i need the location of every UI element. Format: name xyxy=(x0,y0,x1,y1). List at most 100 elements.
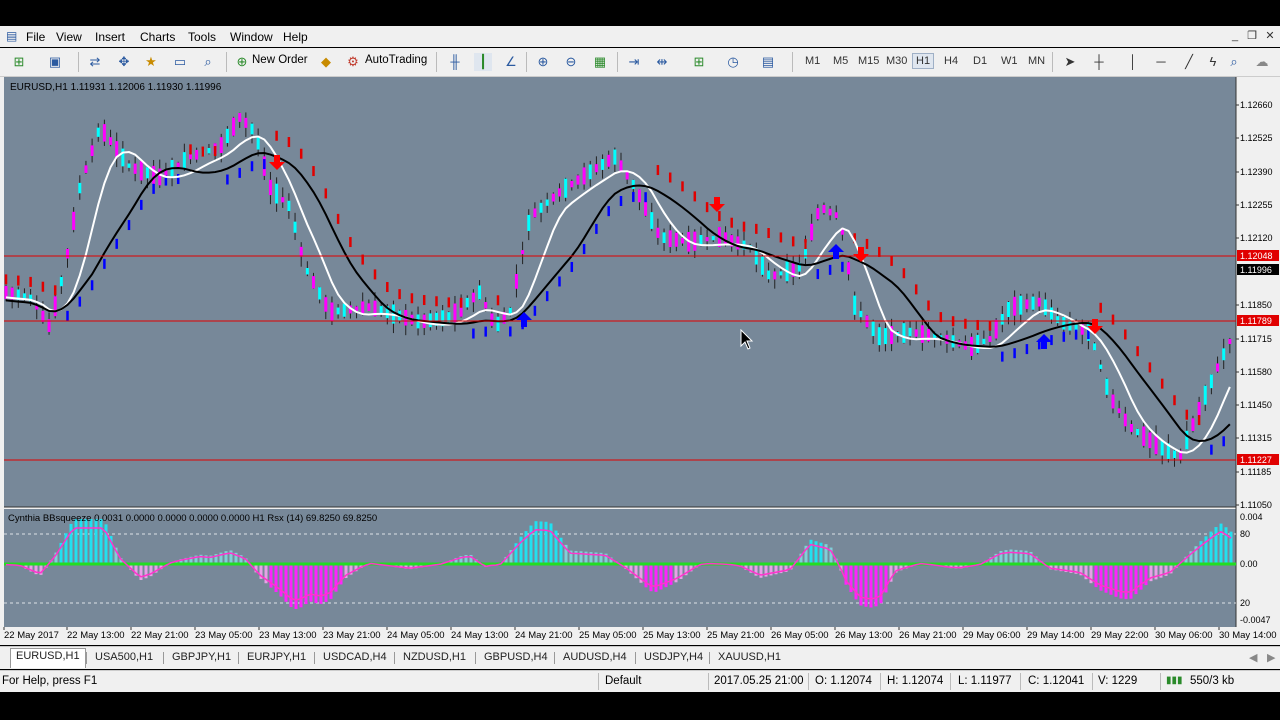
templates-icon[interactable]: ▤ xyxy=(759,53,777,71)
time-tick-label: 30 May 06:00 xyxy=(1155,630,1213,641)
status-profile[interactable]: Default xyxy=(605,675,641,687)
bbsqueeze-histogram-bar xyxy=(539,521,543,564)
menu-charts[interactable]: Charts xyxy=(140,30,175,44)
tab-scroll-left-icon[interactable]: ◀ xyxy=(1244,650,1262,665)
time-tick-label: 30 May 14:00 xyxy=(1219,630,1277,641)
new-order-button[interactable]: New Order xyxy=(252,54,308,66)
horizontal-line-icon[interactable]: ─ xyxy=(1152,53,1170,71)
profiles-icon[interactable]: ▣ xyxy=(46,53,64,71)
chart-tab[interactable]: GBPUSD,H4 xyxy=(479,650,553,664)
time-tick-label: 29 May 14:00 xyxy=(1027,630,1085,641)
menu-file[interactable]: File xyxy=(26,30,45,44)
chart-tab[interactable]: AUDUSD,H4 xyxy=(558,650,632,664)
autotrading-icon[interactable]: ⚙ xyxy=(344,53,362,71)
bbsqueeze-histogram-bar xyxy=(89,519,93,564)
bar-chart-icon[interactable]: ╫ xyxy=(446,53,464,71)
navigator-icon[interactable]: ✥ xyxy=(115,53,133,71)
app-icon[interactable]: ▤ xyxy=(6,29,17,43)
timeframe-d1[interactable]: D1 xyxy=(970,54,990,68)
autotrading-button[interactable]: AutoTrading xyxy=(365,54,427,66)
price-tick-label: 1.12525 xyxy=(1240,133,1273,143)
chart-tab[interactable]: XAUUSD,H1 xyxy=(713,650,786,664)
chart-tab[interactable]: USDCAD,H4 xyxy=(318,650,392,664)
tab-scroll-right-icon[interactable]: ▶ xyxy=(1262,650,1280,665)
search-icon[interactable]: ⌕ xyxy=(1225,53,1243,71)
strategy-tester-icon[interactable]: ⌕ xyxy=(199,53,217,71)
bbsqueeze-histogram-bar xyxy=(94,519,98,564)
chart-window[interactable]: 1.12048 1.11789 1.11227 1.12660 1.12525 1.12… xyxy=(0,77,1280,645)
status-open: O: 1.12074 xyxy=(815,675,872,687)
close-icon[interactable]: ✕ xyxy=(1263,29,1277,43)
chart-tab[interactable]: USA500,H1 xyxy=(90,650,158,664)
minimize-icon[interactable]: _ xyxy=(1228,29,1242,43)
toolbar-separator xyxy=(1052,52,1053,72)
tile-windows-icon[interactable]: ▦ xyxy=(591,53,609,71)
status-separator xyxy=(1020,673,1021,690)
chart-tab[interactable]: EURUSD,H1 xyxy=(10,648,86,668)
chart-tab[interactable]: USDJPY,H4 xyxy=(639,650,708,664)
new-order-icon[interactable]: ⊕ xyxy=(233,53,251,71)
time-tick-label: 24 May 21:00 xyxy=(515,630,573,641)
chart-tab[interactable]: GBPJPY,H1 xyxy=(167,650,236,664)
line-chart-icon[interactable]: ∠ xyxy=(502,53,520,71)
timeframe-m5[interactable]: M5 xyxy=(830,54,851,68)
data-window-icon[interactable]: ★ xyxy=(142,53,160,71)
timeframe-h4[interactable]: H4 xyxy=(941,54,961,68)
timeframe-m1[interactable]: M1 xyxy=(802,54,823,68)
bbsqueeze-histogram-bar xyxy=(299,564,303,608)
candlestick xyxy=(976,332,980,355)
connection-icon[interactable]: ▮▮▮ xyxy=(1166,675,1183,686)
timeframe-mn[interactable]: MN xyxy=(1025,54,1048,68)
bbsqueeze-histogram-bar xyxy=(549,523,553,564)
timeframe-m30[interactable]: M30 xyxy=(883,54,910,68)
zoom-out-icon[interactable]: ⊖ xyxy=(562,53,580,71)
crosshair-icon[interactable]: ┼ xyxy=(1090,53,1108,71)
chat-icon[interactable]: ☁ xyxy=(1253,53,1271,71)
menu-help[interactable]: Help xyxy=(283,30,308,44)
menu-view[interactable]: View xyxy=(56,30,82,44)
periods-icon[interactable]: ◷ xyxy=(724,53,742,71)
new-chart-icon[interactable]: ⊞ xyxy=(10,53,28,71)
indicators-icon[interactable]: ⊞ xyxy=(690,53,708,71)
price-tick-label: 1.12390 xyxy=(1240,167,1273,177)
terminal-icon[interactable]: ▭ xyxy=(171,53,189,71)
restore-icon[interactable]: ❐ xyxy=(1245,29,1259,43)
chart-tabs: EURUSD,H1 USA500,H1 GBPJPY,H1 EURJPY,H1 USDC… xyxy=(0,646,1280,669)
bbsqueeze-histogram-bar xyxy=(1214,527,1218,564)
price-chart[interactable]: 1.12048 1.11789 1.11227 1.12660 1.12525 1.12… xyxy=(0,77,1280,645)
candlestick-icon[interactable]: ┃ xyxy=(474,53,492,71)
fibonacci-icon[interactable]: ϟ xyxy=(1204,53,1222,71)
menu-tools[interactable]: Tools xyxy=(188,30,216,44)
zoom-in-icon[interactable]: ⊕ xyxy=(534,53,552,71)
timeframe-h1[interactable]: H1 xyxy=(912,53,935,69)
bbsqueeze-histogram-bar xyxy=(309,564,313,602)
time-tick-label: 26 May 13:00 xyxy=(835,630,893,641)
chart-tab[interactable]: NZDUSD,H1 xyxy=(398,650,471,664)
bbsqueeze-histogram-bar xyxy=(659,564,663,590)
autoscroll-icon[interactable]: ⇥ xyxy=(625,53,643,71)
metaeditor-icon[interactable]: ◆ xyxy=(317,53,335,71)
bbsqueeze-histogram-bar xyxy=(1219,523,1223,564)
tab-separator xyxy=(554,652,555,664)
timeframe-w1[interactable]: W1 xyxy=(998,54,1021,68)
current-price-label: 1.11996 xyxy=(1237,264,1279,275)
status-separator xyxy=(950,673,951,690)
bbsqueeze-histogram-bar xyxy=(1099,564,1103,591)
status-separator xyxy=(708,673,709,690)
indicator-tick-label: 80 xyxy=(1240,529,1250,539)
menu-insert[interactable]: Insert xyxy=(95,30,125,44)
price-tick-label: 1.11715 xyxy=(1240,334,1272,344)
bbsqueeze-histogram-bar xyxy=(1124,564,1128,600)
menu-window[interactable]: Window xyxy=(230,30,273,44)
bbsqueeze-histogram-bar xyxy=(654,564,658,592)
candlestick xyxy=(176,161,180,168)
trendline-icon[interactable]: ╱ xyxy=(1180,53,1198,71)
chart-shift-icon[interactable]: ⇹ xyxy=(653,53,671,71)
bbsqueeze-histogram-bar xyxy=(874,564,878,607)
cursor-icon[interactable]: ➤ xyxy=(1061,53,1079,71)
chart-tab[interactable]: EURJPY,H1 xyxy=(242,650,311,664)
market-watch-icon[interactable]: ⇄ xyxy=(86,53,104,71)
timeframe-m15[interactable]: M15 xyxy=(855,54,882,68)
vertical-line-icon[interactable]: │ xyxy=(1124,53,1142,71)
indicator-header: Cynthia BBsqueeze 0.0031 0.0000 0.0000 0… xyxy=(8,513,377,524)
